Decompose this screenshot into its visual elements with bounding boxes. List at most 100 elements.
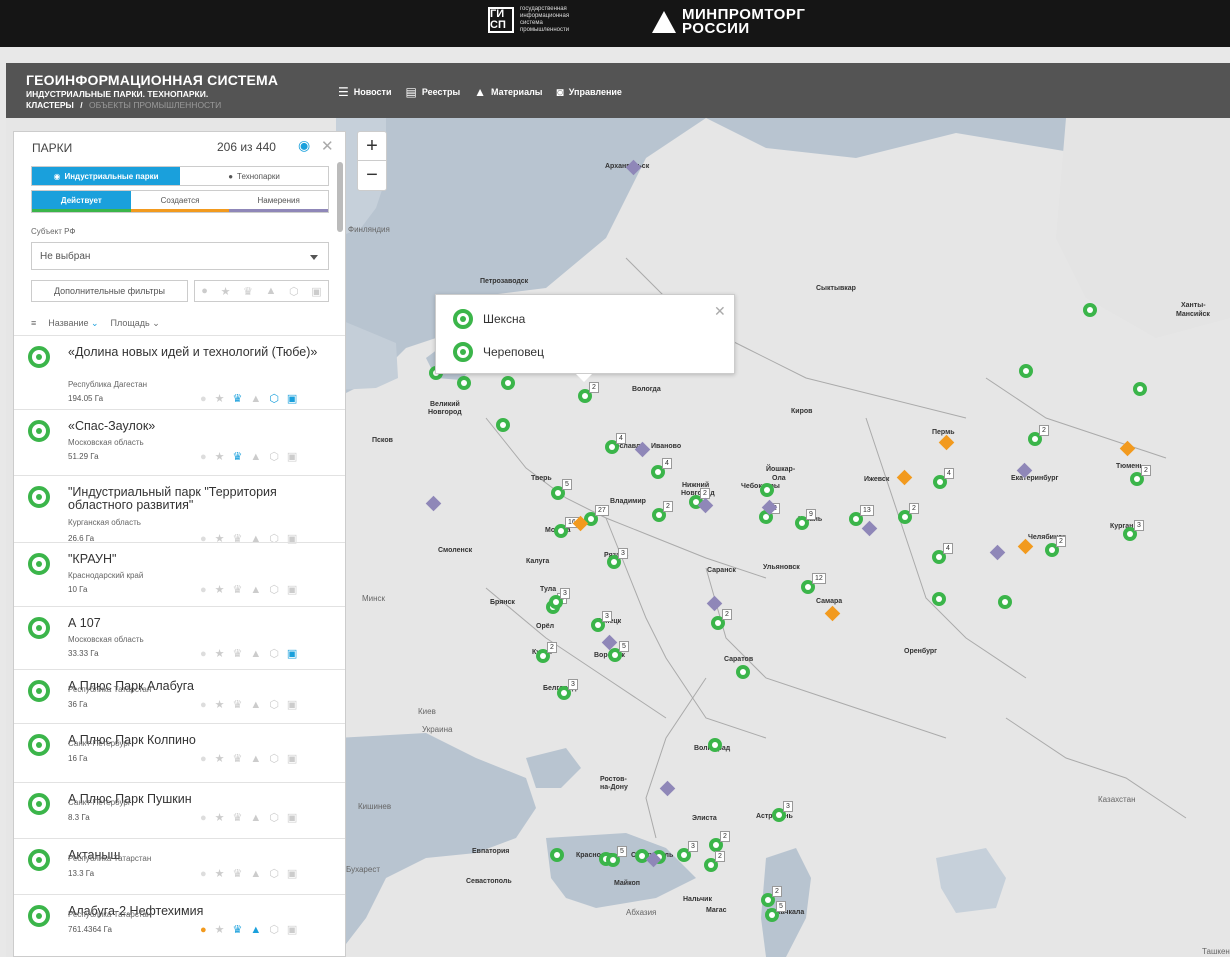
park-marker[interactable]: 4 <box>605 433 626 454</box>
nav-materials[interactable]: ▲ Материалы <box>474 85 542 99</box>
park-marker[interactable] <box>998 595 1012 609</box>
park-marker[interactable]: 13 <box>849 505 874 526</box>
park-marker[interactable] <box>1133 382 1147 396</box>
park-marker[interactable]: 3 <box>677 841 698 862</box>
ministry-logo[interactable]: МИНПРОМТОРГ РОССИИ <box>652 7 805 36</box>
park-marker[interactable]: 5 <box>606 846 627 867</box>
panel-count: 206 из 440 <box>217 140 276 154</box>
eye-icon[interactable]: ◉ <box>298 137 316 155</box>
park-marker[interactable]: 4 <box>932 543 953 564</box>
subject-select[interactable]: Не выбран <box>31 242 329 270</box>
status-intention[interactable]: Намерения <box>229 191 329 212</box>
close-icon[interactable]: ✕ <box>714 303 726 320</box>
top-bar: ГИ СП государственная информационная сис… <box>0 0 1230 47</box>
breadcrumb-objects[interactable]: ОБЪЕКТЫ ПРОМЫШЛЕННОСТИ <box>89 100 221 110</box>
park-marker[interactable]: 4 <box>933 468 954 489</box>
park-marker[interactable]: 3 <box>591 611 612 632</box>
park-marker[interactable]: 5 <box>608 641 629 662</box>
list-item[interactable]: А 107 Московская область 33.33 Га ● ★ ♛ ▲ ⬡ ▣ <box>14 606 345 669</box>
hexagon-icon: ⬡ <box>269 648 279 660</box>
tab-industrial-parks[interactable]: ◉ Индустриальные парки <box>32 167 180 185</box>
park-marker[interactable] <box>760 483 774 497</box>
list-item[interactable]: "Индустриальный парк "Территория областн… <box>14 475 345 545</box>
park-marker[interactable]: 2 <box>704 851 725 872</box>
park-marker[interactable]: 3 <box>557 679 578 700</box>
park-marker[interactable]: 2 <box>711 609 732 630</box>
park-marker[interactable]: 2 <box>761 886 782 907</box>
id-card-icon[interactable]: ▣ <box>311 285 321 298</box>
park-marker[interactable]: 2 <box>898 503 919 524</box>
park-marker[interactable]: 2 <box>1028 425 1049 446</box>
park-marker[interactable] <box>736 665 750 679</box>
park-marker[interactable]: 5 <box>551 479 572 500</box>
park-marker[interactable]: 16 <box>554 517 579 538</box>
park-region: Московская область <box>68 438 144 447</box>
park-marker[interactable] <box>496 418 510 432</box>
zoom-in-button[interactable]: + <box>358 132 386 161</box>
cluster-count: 5 <box>776 901 786 912</box>
list-item[interactable]: А Плюс Парк Алабуга Республика Татарстан 3… <box>14 669 345 723</box>
list-item[interactable]: А Плюс Парк Колпино Санкт-Петербург 16 Га ●… <box>14 723 345 782</box>
park-marker[interactable]: 3 <box>607 548 628 569</box>
sort-by-name[interactable]: Название ⌄ <box>48 318 98 329</box>
park-marker[interactable]: 5 <box>765 901 786 922</box>
park-marker[interactable]: 12 <box>801 573 826 594</box>
trophy-icon[interactable]: ♛ <box>243 285 253 298</box>
park-marker[interactable]: 2 <box>578 382 599 403</box>
park-marker[interactable]: 3 <box>772 801 793 822</box>
hexagon-icon[interactable]: ⬡ <box>289 285 299 298</box>
list-item[interactable]: «Долина новых идей и технологий (Тюбе)» Р… <box>14 335 345 409</box>
sort-icon[interactable]: ≡ <box>31 318 36 328</box>
nav-news[interactable]: ☰ Новости <box>338 85 392 99</box>
park-marker[interactable] <box>501 376 515 390</box>
list-item[interactable]: Актаныш Республика Татарстан 13.3 Га ● ★ ♛ ▲ ⬡ ▣ <box>14 838 345 894</box>
park-marker[interactable] <box>708 738 722 752</box>
park-marker[interactable]: 4 <box>651 458 672 479</box>
cluster-count: 2 <box>663 501 673 512</box>
gisp-logo[interactable]: ГИ СП государственная информационная сис… <box>488 6 590 34</box>
country-label: Кишинев <box>358 802 392 811</box>
list-item[interactable]: «Спас-Заулок» Московская область 51.29 Га ●… <box>14 409 345 475</box>
park-marker[interactable] <box>1019 364 1033 378</box>
sort-by-area[interactable]: Площадь ⌄ <box>111 318 160 329</box>
breadcrumb-active[interactable]: КЛАСТЕРЫ <box>26 100 74 110</box>
park-marker[interactable]: 2 <box>652 501 673 522</box>
status-creating[interactable]: Создается <box>130 191 230 212</box>
zoom-out-button[interactable]: − <box>358 161 386 190</box>
list-item[interactable]: Алабуга-2.Нефтехимия Республика Татарстан… <box>14 894 345 954</box>
star-icon: ★ <box>214 699 225 711</box>
tab-industrial-label: Индустриальные парки <box>64 171 159 181</box>
dot-icon[interactable]: ● <box>201 285 208 297</box>
chevron-down-icon: ⌄ <box>91 317 99 328</box>
status-active[interactable]: Действует <box>32 191 131 212</box>
park-marker[interactable] <box>457 376 471 390</box>
more-filters-button[interactable]: Дополнительные фильтры <box>31 280 188 302</box>
park-marker[interactable]: 2 <box>1045 536 1066 557</box>
list-item[interactable]: А Плюс Парк Пушкин Санкт-Петербург 8.3 Га ●… <box>14 782 345 838</box>
id-card-icon: ▣ <box>286 812 298 824</box>
close-icon[interactable]: ✕ <box>321 137 334 155</box>
park-marker[interactable]: 3 <box>549 588 570 609</box>
park-marker[interactable]: 2 <box>536 642 557 663</box>
nav-management[interactable]: ◙ Управление <box>557 85 622 99</box>
tab-technoparks[interactable]: ● Технопарки <box>180 167 328 185</box>
park-marker[interactable]: 3 <box>1123 520 1144 541</box>
park-marker[interactable] <box>1083 303 1097 317</box>
warning-icon: ▲ <box>250 392 262 405</box>
tab-technoparks-label: Технопарки <box>237 171 280 181</box>
park-marker[interactable] <box>550 848 564 862</box>
popup-item[interactable]: Шексна <box>453 309 525 329</box>
park-marker[interactable] <box>932 592 946 606</box>
warning-icon[interactable]: ▲ <box>266 285 277 297</box>
panel-scrollbar[interactable] <box>337 162 343 232</box>
park-marker[interactable]: 2 <box>709 831 730 852</box>
list-item[interactable]: "КРАУН" Краснодарский край 10 Га ● ★ ♛ ▲ ⬡ ▣ <box>14 542 345 606</box>
park-marker[interactable]: 9 <box>795 509 816 530</box>
star-icon[interactable]: ★ <box>221 285 231 298</box>
id-card-icon: ▣ <box>286 648 298 660</box>
park-marker[interactable]: 2 <box>1130 465 1151 486</box>
chevron-down-icon <box>310 255 318 260</box>
cluster-count: 4 <box>944 468 954 479</box>
popup-item[interactable]: Череповец <box>453 342 544 362</box>
nav-registry[interactable]: ▤ Реестры <box>406 85 461 99</box>
